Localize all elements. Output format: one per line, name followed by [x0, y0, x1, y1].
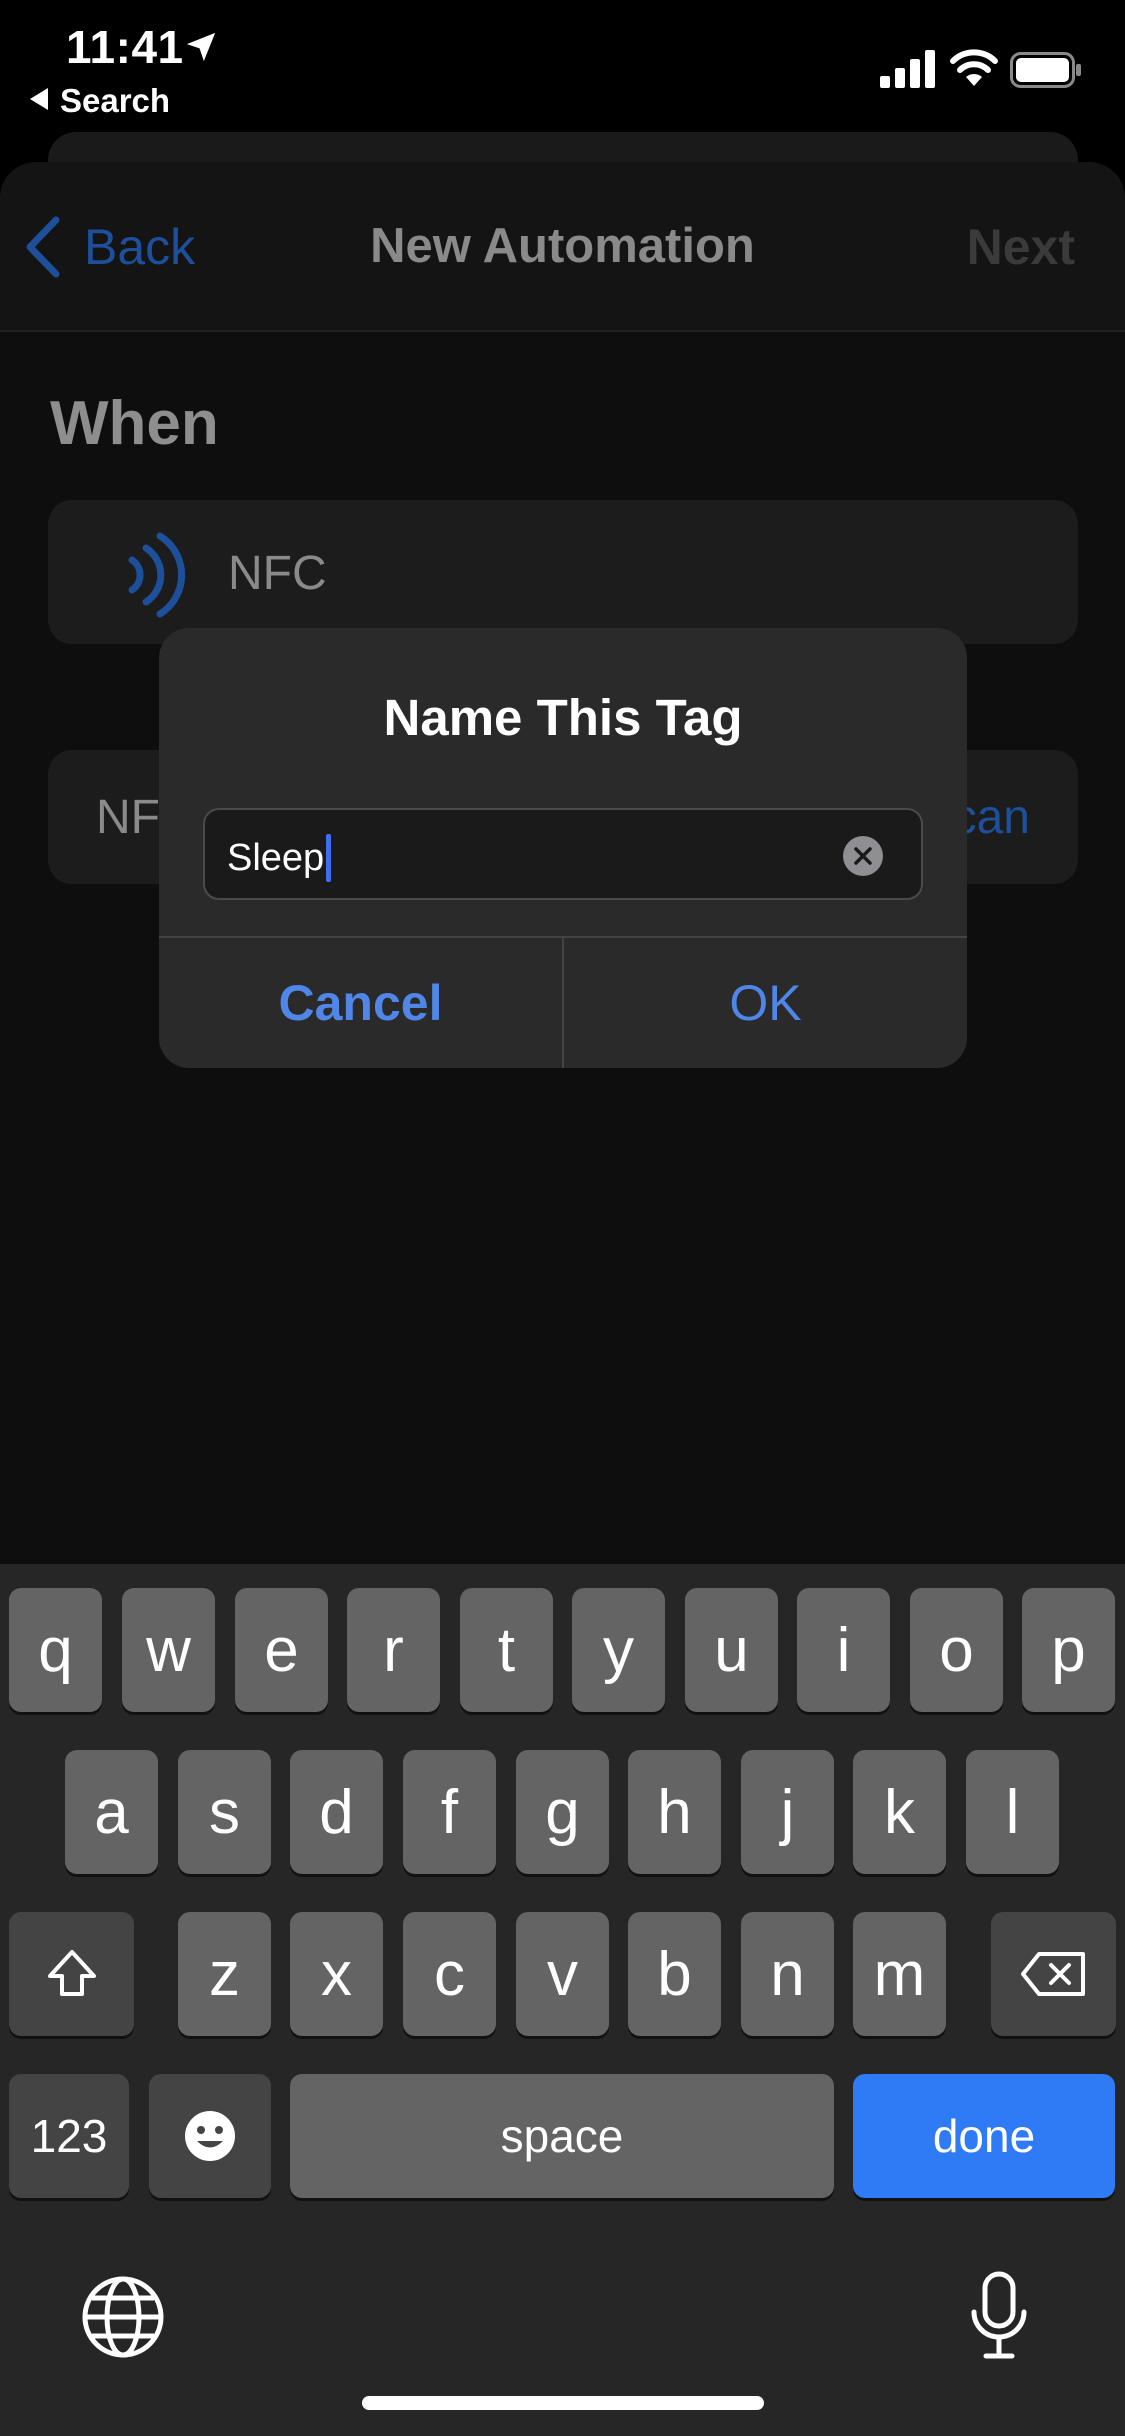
key-q[interactable]: q [9, 1588, 102, 1712]
key-f[interactable]: f [403, 1750, 496, 1874]
numbers-key[interactable]: 123 [9, 2074, 129, 2198]
section-heading-when: When [50, 389, 219, 458]
key-v[interactable]: v [516, 1912, 609, 2036]
status-bar: 11:41 Search [0, 0, 1125, 130]
key-x[interactable]: x [290, 1912, 383, 2036]
location-arrow-icon [186, 32, 216, 62]
space-key[interactable]: space [290, 2074, 834, 2198]
shift-key[interactable] [9, 1912, 134, 2036]
key-h[interactable]: h [628, 1750, 721, 1874]
key-m[interactable]: m [853, 1912, 946, 2036]
key-w[interactable]: w [122, 1588, 215, 1712]
home-indicator[interactable] [362, 2396, 764, 2410]
key-j[interactable]: j [741, 1750, 834, 1874]
globe-icon[interactable] [80, 2274, 166, 2360]
cancel-button[interactable]: Cancel [159, 938, 562, 1068]
text-caret [326, 834, 332, 882]
shift-arrow-icon [47, 1950, 96, 1996]
delete-backward-icon [1020, 1952, 1085, 1996]
key-e[interactable]: e [235, 1588, 328, 1712]
battery-icon [1010, 52, 1081, 88]
clear-text-button[interactable] [843, 836, 883, 876]
key-u[interactable]: u [685, 1588, 778, 1712]
navigation-bar: Back New Automation Next [0, 162, 1125, 332]
microphone-icon[interactable] [968, 2270, 1030, 2362]
back-app-label: Search [60, 82, 171, 119]
back-triangle-icon [30, 88, 48, 110]
clear-x-icon [854, 847, 872, 865]
tag-name-input[interactable]: Sleep [203, 808, 923, 900]
alert-title: Name This Tag [383, 689, 743, 746]
key-p[interactable]: p [1022, 1588, 1115, 1712]
back-to-app-link[interactable]: Search [30, 82, 170, 120]
key-c[interactable]: c [403, 1912, 496, 2036]
ok-button[interactable]: OK [564, 938, 967, 1068]
key-g[interactable]: g [516, 1750, 609, 1874]
nfc-label: NFC [228, 547, 327, 600]
key-i[interactable]: i [797, 1588, 890, 1712]
next-button[interactable]: Next [967, 218, 1075, 276]
emoji-icon [185, 2111, 235, 2161]
key-s[interactable]: s [178, 1750, 271, 1874]
status-time: 11:41 [66, 21, 184, 73]
cellular-signal-icon [880, 50, 935, 88]
key-r[interactable]: r [347, 1588, 440, 1712]
key-t[interactable]: t [460, 1588, 553, 1712]
key-z[interactable]: z [178, 1912, 271, 2036]
wifi-icon [950, 49, 998, 86]
key-d[interactable]: d [290, 1750, 383, 1874]
page-title: New Automation [370, 219, 755, 273]
emoji-key[interactable] [149, 2074, 271, 2198]
nfc-tag-label: NF [96, 791, 160, 844]
key-n[interactable]: n [741, 1912, 834, 2036]
key-o[interactable]: o [910, 1588, 1003, 1712]
key-a[interactable]: a [65, 1750, 158, 1874]
name-tag-alert: Name This Tag Sleep Cancel OK [159, 628, 967, 1068]
key-y[interactable]: y [572, 1588, 665, 1712]
keyboard: q w e r t y u i o p a s d f g h j k l z … [0, 1564, 1125, 2436]
done-key[interactable]: done [853, 2074, 1115, 2198]
tag-name-value: Sleep [227, 836, 325, 879]
nfc-icon [128, 532, 186, 618]
key-b[interactable]: b [628, 1912, 721, 2036]
backspace-key[interactable] [991, 1912, 1116, 2036]
key-k[interactable]: k [853, 1750, 946, 1874]
trigger-card-nfc[interactable]: NFC [48, 500, 1078, 644]
key-l[interactable]: l [966, 1750, 1059, 1874]
